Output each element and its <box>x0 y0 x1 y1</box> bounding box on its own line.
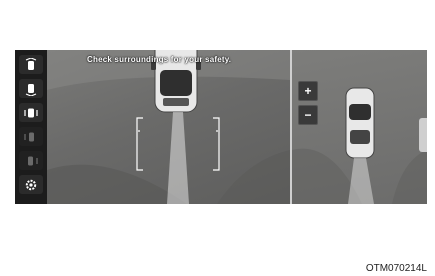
front-view-icon <box>25 57 37 70</box>
camera-display: Check surroundings for your safety. + − <box>15 50 427 204</box>
right-view-icon <box>28 156 38 165</box>
overview-scene <box>292 87 427 204</box>
left-view-icon <box>24 132 34 141</box>
side-view-icon <box>24 108 38 117</box>
front-camera-scene <box>47 50 290 204</box>
gear-icon <box>25 179 37 190</box>
figure-code: OTM070214L <box>365 263 427 274</box>
rear-view-icon <box>25 83 37 96</box>
vehicle-overview <box>345 87 375 159</box>
overview-guide-stripe <box>348 158 374 204</box>
side-view-button[interactable] <box>19 103 43 122</box>
front-camera-view: Check surroundings for your safety. <box>47 50 290 204</box>
view-mode-sidebar <box>15 50 47 204</box>
rear-view-button[interactable] <box>19 79 43 98</box>
right-view-button[interactable] <box>19 151 43 170</box>
left-view-button[interactable] <box>19 127 43 146</box>
zoom-out-button[interactable]: − <box>298 105 318 125</box>
front-view-button[interactable] <box>19 55 43 74</box>
settings-button[interactable] <box>19 175 43 194</box>
safety-warning-text: Check surroundings for your safety. <box>87 55 232 64</box>
zoom-in-button[interactable]: + <box>298 81 318 101</box>
overview-camera-view: + − <box>292 50 427 204</box>
center-guide-stripe <box>167 112 189 204</box>
panel-expand-handle[interactable] <box>419 118 427 152</box>
